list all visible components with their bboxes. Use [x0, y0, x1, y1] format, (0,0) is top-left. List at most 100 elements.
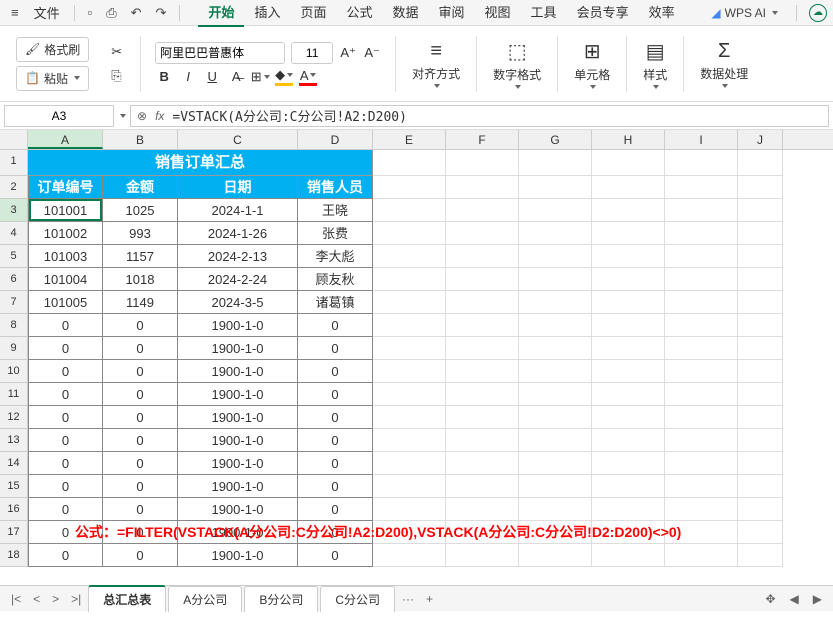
cell[interactable]: 张费	[298, 222, 373, 245]
font-family-select[interactable]	[155, 42, 285, 64]
cell[interactable]: 0	[103, 383, 178, 406]
cell[interactable]	[738, 268, 783, 291]
cell[interactable]	[592, 452, 665, 475]
cell[interactable]	[519, 199, 592, 222]
cell[interactable]: 1900-1-0	[178, 544, 298, 567]
bold-button[interactable]: B	[155, 68, 173, 86]
cell[interactable]	[738, 383, 783, 406]
cell[interactable]: 0	[103, 429, 178, 452]
cell[interactable]: 1018	[103, 268, 178, 291]
row-header[interactable]: 17	[0, 521, 28, 544]
sheet-nav-last[interactable]: >|	[66, 590, 86, 608]
sheet-tab-c[interactable]: C分公司	[320, 586, 395, 612]
cell[interactable]	[592, 360, 665, 383]
cell[interactable]: 101001	[28, 199, 103, 222]
row-header[interactable]: 9	[0, 337, 28, 360]
cell[interactable]: 0	[28, 337, 103, 360]
cell[interactable]	[446, 245, 519, 268]
col-header-D[interactable]: D	[298, 130, 373, 149]
cell[interactable]	[592, 314, 665, 337]
alignment-button[interactable]: ≡对齐方式	[404, 36, 468, 92]
cell[interactable]: 0	[28, 314, 103, 337]
cell[interactable]: 1149	[103, 291, 178, 314]
cell[interactable]: 0	[103, 337, 178, 360]
sheet-tab-a[interactable]: A分公司	[168, 586, 242, 612]
cell[interactable]	[446, 544, 519, 567]
spreadsheet-grid[interactable]: 1 销售订单汇总 2 订单编号 金额 日期 销售人员 3 101001 1025…	[0, 150, 833, 585]
row-header[interactable]: 10	[0, 360, 28, 383]
cell[interactable]: 0	[298, 383, 373, 406]
row-header[interactable]: 2	[0, 176, 28, 199]
cell[interactable]	[446, 360, 519, 383]
tab-page[interactable]: 页面	[290, 0, 336, 27]
cell[interactable]	[519, 475, 592, 498]
cell[interactable]	[738, 245, 783, 268]
header-cell[interactable]: 销售人员	[298, 176, 373, 199]
row-header[interactable]: 11	[0, 383, 28, 406]
cell[interactable]	[665, 314, 738, 337]
cell[interactable]: 0	[28, 360, 103, 383]
row-header[interactable]: 1	[0, 150, 28, 176]
cell[interactable]: 0	[103, 452, 178, 475]
cell-ref-dropdown[interactable]	[120, 114, 126, 118]
tab-data[interactable]: 数据	[383, 0, 429, 27]
sheet-tab-summary[interactable]: 总汇总表	[88, 585, 166, 612]
row-header[interactable]: 5	[0, 245, 28, 268]
cell[interactable]	[665, 452, 738, 475]
italic-button[interactable]: I	[179, 68, 197, 86]
col-header-A[interactable]: A	[28, 130, 103, 149]
col-header-C[interactable]: C	[178, 130, 298, 149]
cell[interactable]	[373, 452, 446, 475]
select-all-corner[interactable]	[0, 130, 28, 149]
row-header[interactable]: 6	[0, 268, 28, 291]
fx-icon[interactable]: fx	[155, 109, 164, 123]
copy-icon[interactable]: ⎘	[107, 66, 126, 86]
row-header[interactable]: 18	[0, 544, 28, 567]
cell[interactable]	[665, 406, 738, 429]
cell[interactable]	[592, 544, 665, 567]
cell-format-button[interactable]: ⊞单元格	[566, 35, 618, 93]
cell[interactable]: 1900-1-0	[178, 452, 298, 475]
col-header-F[interactable]: F	[446, 130, 519, 149]
cell[interactable]: 0	[298, 544, 373, 567]
cell[interactable]	[519, 544, 592, 567]
row-header[interactable]: 8	[0, 314, 28, 337]
cell[interactable]	[738, 360, 783, 383]
strikethrough-button[interactable]: A̶	[227, 68, 245, 86]
cell[interactable]	[373, 360, 446, 383]
tab-home[interactable]: 开始	[198, 0, 244, 27]
cell[interactable]	[665, 498, 738, 521]
cell[interactable]	[373, 199, 446, 222]
fill-color-button[interactable]: ◆	[275, 68, 293, 86]
cell[interactable]	[592, 498, 665, 521]
cell[interactable]	[592, 406, 665, 429]
increase-font-icon[interactable]: A⁺	[339, 44, 357, 62]
row-header[interactable]: 4	[0, 222, 28, 245]
cell[interactable]: 1900-1-0	[178, 314, 298, 337]
cell[interactable]	[738, 314, 783, 337]
cell[interactable]: 0	[28, 383, 103, 406]
cell[interactable]: 0	[298, 475, 373, 498]
cancel-formula-icon[interactable]: ⊗	[137, 109, 147, 123]
cell[interactable]	[592, 222, 665, 245]
cell[interactable]	[665, 245, 738, 268]
cell[interactable]	[519, 383, 592, 406]
sheet-nav-next[interactable]: >	[47, 590, 64, 608]
cell[interactable]: 1900-1-0	[178, 498, 298, 521]
cell[interactable]: 0	[103, 544, 178, 567]
cell[interactable]	[738, 544, 783, 567]
cell[interactable]: 0	[103, 498, 178, 521]
cell[interactable]	[446, 291, 519, 314]
styles-button[interactable]: ▤样式	[635, 35, 675, 93]
row-header[interactable]: 3	[0, 199, 28, 222]
cell[interactable]	[665, 475, 738, 498]
cell[interactable]	[446, 429, 519, 452]
font-size-select[interactable]	[291, 42, 333, 64]
tab-review[interactable]: 审阅	[429, 0, 475, 27]
cell[interactable]	[592, 199, 665, 222]
cut-icon[interactable]: ✂	[107, 42, 126, 62]
tab-insert[interactable]: 插入	[244, 0, 290, 27]
wps-ai-button[interactable]: ◢WPS AI	[705, 4, 784, 22]
cell[interactable]	[446, 337, 519, 360]
cell[interactable]: 2024-3-5	[178, 291, 298, 314]
